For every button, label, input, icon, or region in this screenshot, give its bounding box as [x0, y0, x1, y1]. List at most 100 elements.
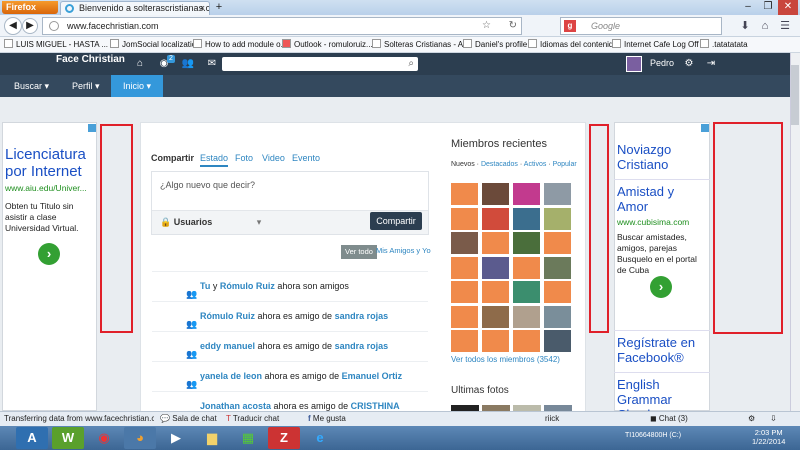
site-search-input[interactable]: ⌕	[222, 57, 418, 71]
ad-title[interactable]: Regístrate en Facebook®	[617, 335, 707, 365]
menu-buscar[interactable]: Buscar ▾	[2, 75, 61, 97]
ad-title[interactable]: Noviazgo Cristiano	[617, 142, 697, 172]
ad-title[interactable]: English Grammar Check	[617, 377, 697, 411]
member-avatar[interactable]	[544, 330, 571, 352]
chrome-icon[interactable]: ◉	[88, 427, 120, 449]
member-avatar[interactable]	[482, 281, 509, 303]
member-avatar[interactable]	[544, 207, 571, 230]
tab-video[interactable]: Video	[262, 153, 285, 163]
adchoices-icon[interactable]	[88, 124, 96, 132]
firefox-menu-button[interactable]: Firefox	[2, 1, 58, 14]
member-avatar[interactable]	[513, 281, 540, 303]
bookmark-item[interactable]: LUIS MIGUEL - HASTA ...	[4, 38, 108, 52]
filter-friends-link[interactable]: Mis Amigos y Yo	[376, 246, 431, 255]
member-avatar[interactable]	[513, 305, 540, 328]
member-avatar[interactable]	[451, 281, 478, 303]
menu-icon[interactable]: ☰	[777, 18, 793, 34]
status-input[interactable]: ¿Algo nuevo que decir?	[152, 172, 428, 210]
member-avatar[interactable]	[482, 207, 509, 230]
forward-button[interactable]: ▶	[22, 18, 38, 34]
gear-icon[interactable]: ⚙	[748, 412, 755, 425]
adchoices-icon[interactable]	[701, 124, 709, 132]
member-avatar[interactable]	[544, 281, 571, 303]
search-icon[interactable]: ⌕	[408, 57, 414, 71]
menu-inicio[interactable]: Inicio ▾	[111, 75, 164, 97]
member-avatar[interactable]	[513, 183, 540, 205]
avatar[interactable]	[626, 56, 642, 72]
chat-room-button[interactable]: 💬 Sala de chat	[160, 412, 217, 425]
filezilla-icon[interactable]: Z	[268, 427, 300, 449]
folder-icon[interactable]: ▆	[196, 427, 228, 449]
bookmark-star-icon[interactable]: ☆	[482, 18, 491, 34]
tab-close-icon[interactable]: ×	[200, 2, 205, 15]
ad-title[interactable]: Licenciatura por Internet	[5, 146, 97, 180]
drive-label[interactable]: TI10664800H (C:)	[625, 432, 681, 439]
bookmark-item[interactable]: Daniel's profile	[463, 38, 527, 52]
chat-button[interactable]: ◼ Chat (3)	[650, 412, 688, 425]
clock[interactable]: 2:03 PM 1/22/2014	[752, 428, 785, 446]
member-avatar[interactable]	[513, 232, 540, 254]
share-button[interactable]: Compartir	[370, 212, 422, 230]
firefox-icon[interactable]: ◕	[124, 427, 156, 449]
member-avatar[interactable]	[544, 183, 571, 205]
google-icon[interactable]: g	[564, 20, 576, 32]
user-name[interactable]: Pedro	[650, 58, 674, 68]
browser-tab[interactable]: Bienvenido a solterascristianas.com ×	[60, 1, 210, 15]
scrollbar-thumb[interactable]	[791, 65, 799, 125]
menu-perfil[interactable]: Perfil ▾	[60, 75, 112, 97]
tab-estado[interactable]: Estado	[200, 153, 229, 167]
member-avatar[interactable]	[513, 330, 540, 352]
member-avatar[interactable]	[513, 256, 540, 279]
member-avatar[interactable]	[482, 183, 509, 205]
tab-evento[interactable]: Evento	[292, 153, 320, 163]
minimize-button[interactable]: –	[738, 0, 758, 15]
bookmark-item[interactable]: .tatatatata	[700, 38, 748, 52]
member-avatar[interactable]	[482, 232, 509, 254]
site-identity-icon[interactable]	[49, 21, 59, 31]
member-avatar[interactable]	[482, 256, 509, 279]
chat-user[interactable]: riick	[545, 412, 559, 425]
translate-chat-button[interactable]: T Traducir chat	[226, 412, 279, 425]
site-brand[interactable]: Face Christian	[56, 54, 125, 66]
logout-icon[interactable]: ⇥	[703, 57, 719, 71]
spreadsheet-icon[interactable]: ▦	[232, 427, 264, 449]
maximize-button[interactable]: ❐	[758, 0, 778, 15]
downloads-icon[interactable]: ⬇	[737, 18, 753, 34]
ad-title[interactable]: Amistad y Amor	[617, 184, 707, 214]
gear-icon[interactable]: ⚙	[681, 57, 697, 71]
media-player-icon[interactable]: ▶	[160, 427, 192, 449]
friends-icon[interactable]: 👥	[180, 57, 196, 71]
internet-explorer-icon[interactable]: e	[304, 427, 336, 449]
member-avatar[interactable]	[451, 207, 478, 230]
start-icon[interactable]: A	[16, 427, 48, 449]
ad-url[interactable]: www.aiu.edu/Univer...	[5, 183, 97, 193]
bookmark-item[interactable]: Solteras Cristianas - A...	[372, 38, 470, 52]
home-icon[interactable]: ⌂	[132, 57, 148, 71]
new-tab-button[interactable]: +	[212, 1, 226, 14]
reload-icon[interactable]: ↻	[509, 18, 517, 34]
ad-url[interactable]: www.cubisima.com	[617, 217, 707, 227]
bookmark-item[interactable]: Outlook - romuloruiz...	[282, 38, 373, 52]
member-avatar[interactable]	[482, 305, 509, 328]
member-avatar[interactable]	[544, 305, 571, 328]
filter-all-button[interactable]: Ver todo	[341, 245, 377, 259]
bookmark-item[interactable]: JomSocial localization	[110, 38, 201, 52]
member-avatar[interactable]	[482, 330, 509, 352]
privacy-select[interactable]: 🔒 Usuarios ▾	[160, 215, 261, 229]
close-window-button[interactable]: ✕	[778, 0, 798, 15]
bookmark-item[interactable]: Idiomas del contenido	[528, 38, 618, 52]
home-icon[interactable]: ⌂	[757, 18, 773, 34]
collapse-icon[interactable]: ⇩	[770, 412, 777, 425]
member-avatar[interactable]	[451, 256, 478, 279]
messages-icon[interactable]: ✉	[204, 57, 220, 71]
member-avatar[interactable]	[544, 232, 571, 254]
tab-foto[interactable]: Foto	[235, 153, 253, 163]
url-bar[interactable]: www.facechristian.com ☆ ↻	[42, 17, 522, 35]
member-avatar[interactable]	[544, 256, 571, 279]
like-button[interactable]: f Me gusta	[308, 412, 346, 425]
bookmark-item[interactable]: How to add module o...	[193, 38, 287, 52]
word-icon[interactable]: W	[52, 427, 84, 449]
member-avatar[interactable]	[451, 183, 478, 205]
bookmark-item[interactable]: Internet Cafe Log Off	[612, 38, 699, 52]
member-avatar[interactable]	[513, 207, 540, 230]
